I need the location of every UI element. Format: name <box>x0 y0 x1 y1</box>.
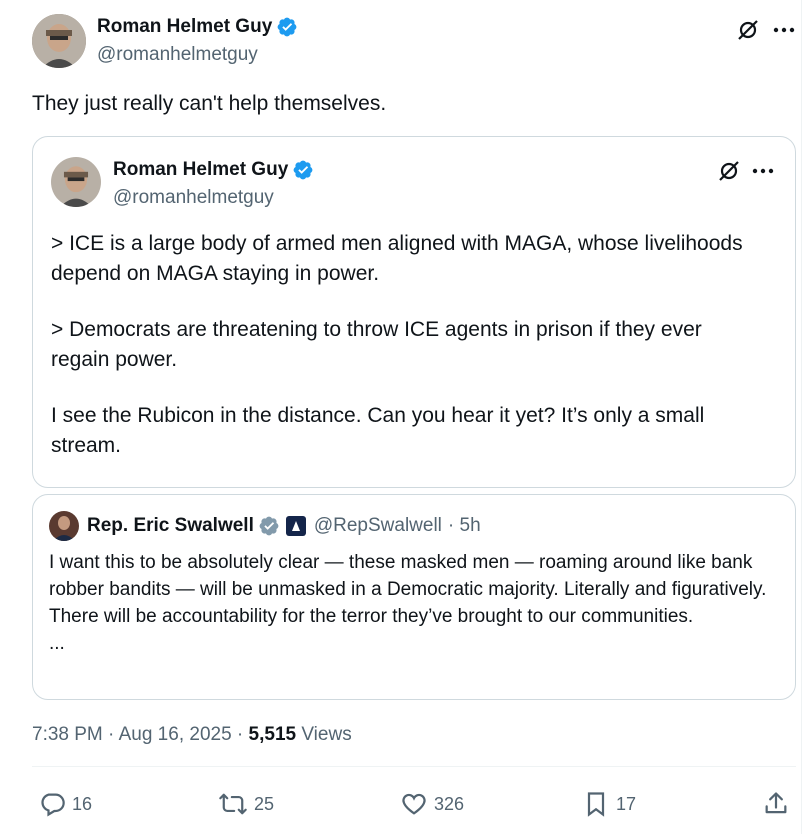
reply-icon <box>41 793 65 817</box>
share-button[interactable] <box>762 790 796 818</box>
tweet-container: Roman Helmet Guy @romanhelmetguy They ju… <box>0 0 802 834</box>
tweet-meta: 7:38 PM · Aug 16, 2025 · 5,515 Views <box>32 724 352 746</box>
verified-badge-icon <box>259 516 279 536</box>
nested-time: · 5h <box>447 515 481 536</box>
like-icon <box>402 793 426 815</box>
repost-icon <box>219 793 247 815</box>
author-name[interactable]: Roman Helmet Guy <box>97 16 298 38</box>
quoted-name: Roman Helmet Guy <box>113 159 314 181</box>
nested-name: Rep. Eric Swalwell @RepSwalwell · 5h <box>87 515 481 537</box>
author-name-text: Roman Helmet Guy <box>97 16 273 37</box>
nested-body: I want this to be absolutely clear — the… <box>49 549 784 657</box>
quoted-paragraph: > Democrats are threatening to throw ICE… <box>51 318 702 371</box>
grok-icon[interactable] <box>734 16 762 44</box>
author-avatar[interactable] <box>32 14 86 68</box>
more-icon[interactable] <box>749 157 777 185</box>
repost-count: 25 <box>254 793 275 814</box>
grok-icon[interactable] <box>715 157 743 185</box>
author-handle[interactable]: @romanhelmetguy <box>97 44 258 66</box>
share-icon <box>765 792 787 814</box>
affiliation-badge-icon <box>285 516 306 536</box>
bookmark-button[interactable]: 17 <box>582 790 636 818</box>
quoted-avatar <box>51 157 101 207</box>
more-icon[interactable] <box>770 16 798 44</box>
quoted-handle: @romanhelmetguy <box>113 187 274 208</box>
repost-button[interactable]: 25 <box>218 790 274 818</box>
bookmark-icon <box>587 792 605 817</box>
nested-avatar <box>49 511 79 541</box>
reply-count: 16 <box>72 793 93 814</box>
quoted-name-text: Roman Helmet Guy <box>113 159 289 180</box>
like-button[interactable]: 326 <box>400 790 464 818</box>
quoted-paragraph: > ICE is a large body of armed men align… <box>51 232 743 285</box>
like-count: 326 <box>434 793 465 814</box>
timestamp[interactable]: 7:38 PM · Aug 16, 2025 · <box>32 724 249 745</box>
verified-badge-icon <box>293 160 313 180</box>
nested-quoted-tweet[interactable]: Rep. Eric Swalwell @RepSwalwell · 5h I w… <box>32 494 796 700</box>
divider <box>32 766 796 767</box>
tweet-text: They just really can't help themselves. <box>32 92 387 115</box>
views-count: 5,515 <box>248 724 297 745</box>
nested-more: ... <box>49 633 65 654</box>
nested-handle: @RepSwalwell <box>313 515 442 536</box>
reply-button[interactable]: 16 <box>38 790 92 818</box>
bookmark-count: 17 <box>616 793 637 814</box>
nested-text: I want this to be absolutely clear — the… <box>49 552 767 627</box>
quoted-paragraph: I see the Rubicon in the distance. Can y… <box>51 404 705 457</box>
nested-name-text: Rep. Eric Swalwell <box>87 515 254 536</box>
quoted-body: > ICE is a large body of armed men align… <box>51 229 751 487</box>
views-label: Views <box>296 724 352 745</box>
quoted-tweet[interactable]: Roman Helmet Guy @romanhelmetguy > ICE i… <box>32 136 796 488</box>
verified-badge-icon <box>277 17 297 37</box>
